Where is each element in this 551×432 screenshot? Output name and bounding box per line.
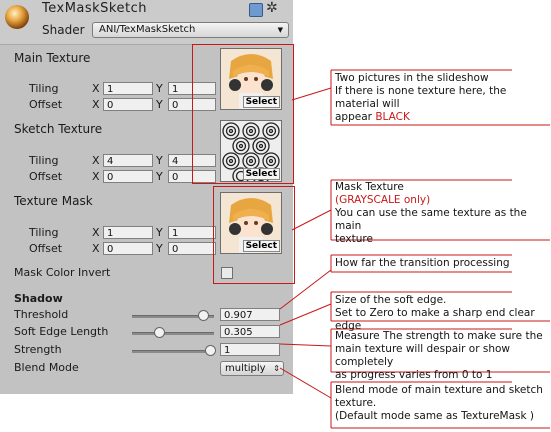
blend-mode-label: Blend Mode (14, 361, 79, 374)
black-warning-text: BLACK (375, 111, 410, 123)
main-texture-label: Main Texture (14, 51, 91, 65)
strength-note: Measure The strength to make sure the ma… (335, 330, 551, 382)
main-tiling-label: Tiling (29, 82, 59, 95)
mask-tiling-label: Tiling (29, 226, 59, 239)
mask-offset-label: Offset (29, 242, 63, 255)
material-title: TexMaskSketch (42, 1, 147, 16)
threshold-label: Threshold (14, 308, 69, 321)
blend-mode-dropdown[interactable]: multiply ⇕ (220, 361, 284, 376)
gear-icon[interactable]: ✲ (266, 0, 278, 16)
main-offset-x-axis: X (92, 98, 100, 111)
note-line: If there is none texture here, the mater… (335, 85, 507, 110)
mask-note: Mask Texture (GRAYSCALE only) You can us… (335, 181, 551, 246)
sketch-offset-x-field[interactable]: 0 (103, 170, 153, 183)
shader-dropdown[interactable]: ANI/TexMaskSketch ▼ (92, 22, 289, 38)
note-line: Mask Texture (335, 181, 404, 193)
soft-edge-note: Size of the soft edge. Set to Zero to ma… (335, 294, 551, 333)
soft-edge-length-field[interactable]: 0.305 (220, 325, 280, 338)
shader-dropdown-value: ANI/TexMaskSketch (99, 24, 196, 35)
main-tiling-x-axis: X (92, 82, 100, 95)
mask-tiling-x-field[interactable]: 1 (103, 226, 153, 239)
main-tiling-x-field[interactable]: 1 (103, 82, 153, 95)
shader-label: Shader (42, 23, 85, 37)
note-line: Blend mode of main texture and sketch (335, 384, 543, 396)
mask-offset-y-field[interactable]: 0 (168, 242, 216, 255)
note-line-prefix: appear (335, 111, 376, 123)
sketch-texture-label: Sketch Texture (14, 122, 103, 136)
main-offset-y-axis: Y (156, 98, 163, 111)
note-line: texture (335, 233, 373, 245)
strength-label: Strength (14, 343, 62, 356)
main-offset-x-field[interactable]: 0 (103, 98, 153, 111)
note-line: Two pictures in the slideshow (335, 72, 489, 84)
sketch-tiling-x-field[interactable]: 4 (103, 154, 153, 167)
note-line: Size of the soft edge. (335, 294, 447, 306)
threshold-slider-thumb[interactable] (198, 310, 210, 321)
main-offset-label: Offset (29, 98, 63, 111)
strength-slider-thumb[interactable] (205, 345, 216, 356)
threshold-field[interactable]: 0.907 (220, 308, 280, 321)
chevron-updown-icon: ⇕ (273, 364, 280, 373)
material-preview-icon (5, 5, 29, 29)
mask-tiling-y-field[interactable]: 1 (168, 226, 216, 239)
soft-edge-length-label: Soft Edge Length (14, 325, 109, 338)
grayscale-only-text: (GRAYSCALE only) (335, 194, 431, 206)
soft-edge-slider-track[interactable] (132, 332, 214, 335)
mask-tiling-y-axis: Y (156, 226, 163, 239)
transition-note: How far the transition processing (335, 257, 510, 269)
mask-highlight-box (213, 186, 295, 284)
note-line: texture. (335, 397, 377, 409)
mask-color-invert-label: Mask Color Invert (14, 266, 111, 279)
blend-mode-note: Blend mode of main texture and sketch te… (335, 384, 543, 423)
sketch-tiling-x-axis: X (92, 154, 100, 167)
note-line: (Default mode same as TextureMask ) (335, 410, 535, 422)
shadow-heading: Shadow (14, 292, 63, 305)
texture-mask-label: Texture Mask (14, 194, 93, 208)
help-book-icon[interactable] (249, 3, 263, 17)
note-line: You can use the same texture as the main (335, 207, 527, 232)
soft-edge-slider-thumb[interactable] (154, 327, 166, 338)
sketch-offset-x-axis: X (92, 170, 100, 183)
sketch-offset-label: Offset (29, 170, 63, 183)
strength-field[interactable]: 1 (220, 343, 280, 356)
blend-mode-value: multiply (225, 363, 266, 374)
note-line: as progress varies from 0 to 1 (335, 369, 493, 381)
sketch-tiling-y-axis: Y (156, 154, 163, 167)
note-line: appear BLACK (335, 111, 551, 124)
mask-offset-x-field[interactable]: 0 (103, 242, 153, 255)
mask-offset-x-axis: X (92, 242, 100, 255)
sketch-offset-y-axis: Y (156, 170, 163, 183)
strength-slider-track[interactable] (132, 350, 214, 353)
main-sketch-highlight-box (192, 44, 294, 184)
mask-tiling-x-axis: X (92, 226, 100, 239)
note-line: main texture will despair or show comple… (335, 343, 510, 368)
chevron-down-icon: ▼ (277, 26, 283, 34)
material-header: TexMaskSketch Shader ANI/TexMaskSketch ▼… (0, 0, 293, 45)
mask-offset-y-axis: Y (156, 242, 163, 255)
sketch-tiling-label: Tiling (29, 154, 59, 167)
main-texture-note: Two pictures in the slideshow If there i… (335, 72, 551, 124)
main-tiling-y-axis: Y (156, 82, 163, 95)
note-line: Measure The strength to make sure the (335, 330, 543, 342)
